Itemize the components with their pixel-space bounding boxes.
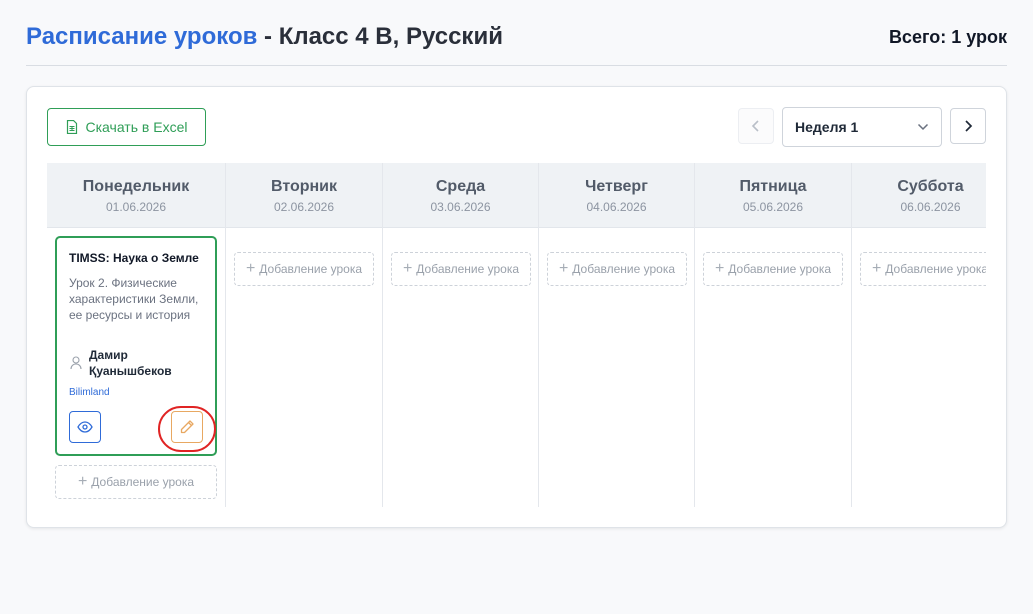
day-header: Среда 03.06.2026 [383, 163, 538, 228]
add-lesson-button[interactable]: + Добавление урока [55, 465, 217, 499]
week-select-value: Неделя 1 [795, 119, 859, 135]
day-header: Понедельник 01.06.2026 [47, 163, 225, 228]
day-column-saturday: Суббота 06.06.2026 + Добавление урока [852, 163, 986, 507]
page-title: Расписание уроков - Класс 4 В, Русский [26, 22, 503, 52]
day-date: 06.06.2026 [900, 200, 961, 214]
day-name: Вторник [270, 178, 338, 195]
day-column-thursday: Четверг 04.06.2026 + Добавление урока [539, 163, 695, 507]
day-column-tuesday: Вторник 02.06.2026 + Добавление урока [226, 163, 383, 507]
add-lesson-button[interactable]: + Добавление урока [391, 252, 531, 286]
lesson-card[interactable]: TIMSS: Наука о Земле Урок 2. Физические … [55, 236, 217, 456]
eye-icon [77, 421, 93, 433]
chevron-left-icon [751, 120, 759, 132]
chevron-right-icon [965, 120, 973, 132]
spreadsheet-icon [66, 120, 78, 134]
page-title-rest: - Класс 4 В, Русский [257, 23, 503, 50]
day-name: Суббота [897, 178, 964, 195]
plus-icon: + [402, 260, 413, 277]
schedule-grid: Понедельник 01.06.2026 TIMSS: Наука о Зе… [47, 163, 986, 507]
day-name: Пятница [739, 178, 807, 195]
page-title-accent: Расписание уроков [26, 23, 258, 50]
day-date: 04.06.2026 [586, 200, 647, 214]
add-lesson-button[interactable]: + Добавление урока [703, 252, 843, 286]
day-date: 01.06.2026 [105, 200, 167, 214]
add-lesson-label: Добавление урока [91, 475, 195, 489]
plus-icon: + [558, 260, 569, 277]
page-header: Расписание уроков - Класс 4 В, Русский В… [26, 22, 1007, 66]
download-excel-label: Скачать в Excel [85, 119, 188, 135]
platform-link[interactable]: Bilimland [69, 387, 110, 398]
day-header: Вторник 02.06.2026 [226, 163, 382, 228]
teacher-name: Дамир Қуанышбеков [89, 348, 172, 378]
view-lesson-button[interactable] [69, 411, 101, 443]
day-name: Среда [435, 178, 486, 195]
plus-icon: + [77, 473, 88, 490]
prev-week-button[interactable] [738, 108, 774, 144]
lesson-title: TIMSS: Наука о Земле [69, 251, 199, 265]
lesson-description: Урок 2. Физические характеристики Земли,… [69, 276, 199, 322]
day-date: 02.06.2026 [273, 200, 335, 214]
plus-icon: + [714, 260, 725, 277]
download-excel-button[interactable]: Скачать в Excel [47, 108, 206, 146]
add-lesson-label: Добавление урока [416, 262, 520, 276]
chevron-down-icon [917, 123, 929, 131]
day-name: Четверг [585, 178, 648, 195]
add-lesson-label: Добавление урока [885, 262, 986, 276]
pencil-icon [180, 420, 194, 434]
edit-lesson-button[interactable] [171, 411, 203, 443]
day-date: 03.06.2026 [430, 200, 491, 214]
add-lesson-label: Добавление урока [728, 262, 832, 276]
lesson-total: Всего: 1 урок [888, 27, 1007, 47]
day-name: Понедельник [82, 178, 190, 195]
plus-icon: + [245, 260, 256, 277]
day-column-monday: Понедельник 01.06.2026 TIMSS: Наука о Зе… [47, 163, 226, 507]
plus-icon: + [871, 260, 882, 277]
user-icon [70, 356, 82, 370]
add-lesson-button[interactable]: + Добавление урока [234, 252, 374, 286]
week-select[interactable]: Неделя 1 [782, 107, 942, 147]
schedule-card: Скачать в Excel Неделя 1 Понедельник 01.… [26, 86, 1007, 528]
add-lesson-label: Добавление урока [572, 262, 676, 276]
add-lesson-button[interactable]: + Добавление урока [547, 252, 687, 286]
add-lesson-label: Добавление урока [259, 262, 363, 276]
next-week-button[interactable] [950, 108, 986, 144]
day-header: Четверг 04.06.2026 [539, 163, 694, 228]
day-header: Суббота 06.06.2026 [852, 163, 986, 228]
day-date: 05.06.2026 [742, 200, 804, 214]
add-lesson-button[interactable]: + Добавление урока [860, 252, 986, 286]
day-column-friday: Пятница 05.06.2026 + Добавление урока [695, 163, 852, 507]
day-column-wednesday: Среда 03.06.2026 + Добавление урока [383, 163, 539, 507]
day-header: Пятница 05.06.2026 [695, 163, 851, 228]
